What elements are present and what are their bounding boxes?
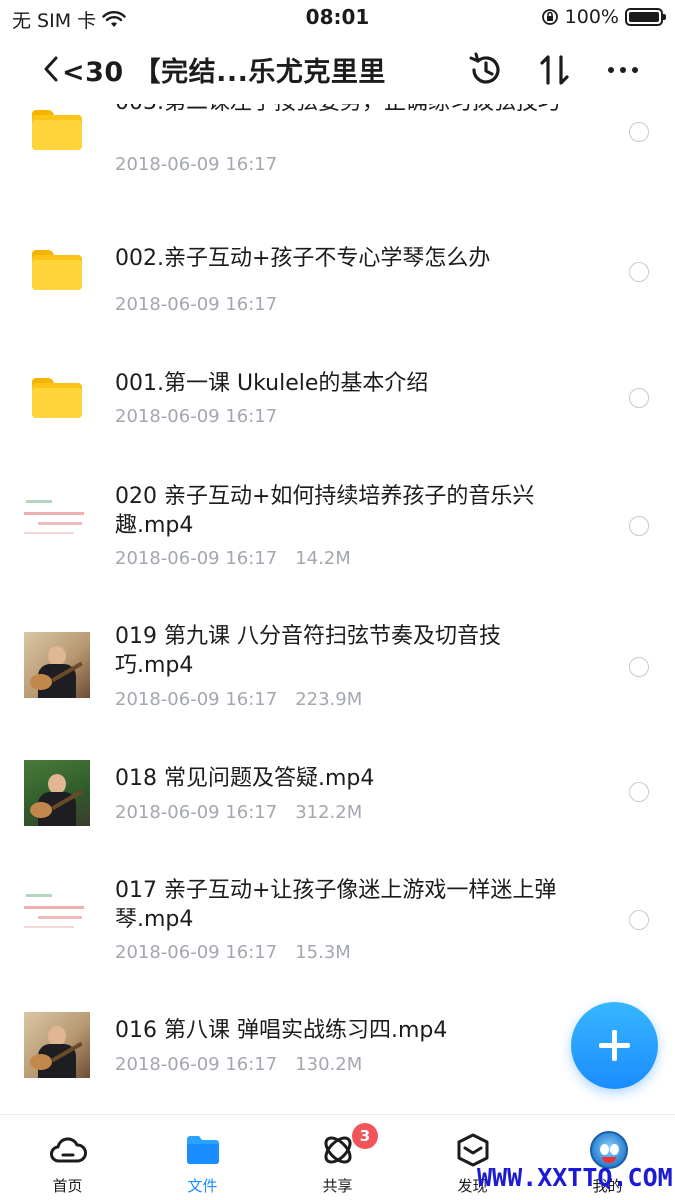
select-checkbox[interactable] bbox=[629, 910, 649, 930]
tab-files[interactable]: 文件 bbox=[135, 1115, 270, 1200]
file-meta: 2018-06-09 16:17 312.2M bbox=[115, 802, 362, 823]
battery-percent: 100% bbox=[564, 6, 619, 28]
file-list: 003.第二课左手按弦姿势，正确练习拨弦技巧 2018-06-09 16:17 … bbox=[0, 104, 675, 1114]
history-icon[interactable] bbox=[466, 50, 506, 90]
file-size: 15.3M bbox=[295, 942, 351, 963]
list-item[interactable]: 003.第二课左手按弦姿势，正确练习拨弦技巧 2018-06-09 16:17 bbox=[0, 104, 675, 222]
tab-home[interactable]: 首页 bbox=[0, 1115, 135, 1200]
select-checkbox[interactable] bbox=[629, 388, 649, 408]
page-title: <30 【完结...乐尤克里里 bbox=[62, 57, 386, 88]
list-item[interactable]: 018 常见问题及答疑.mp4 2018-06-09 16:17 312.2M bbox=[0, 758, 675, 858]
tab-label: 文件 bbox=[187, 1177, 218, 1195]
file-meta: 2018-06-09 16:17 bbox=[115, 154, 277, 175]
file-date: 2018-06-09 16:17 bbox=[115, 942, 278, 963]
list-item[interactable]: 019 第九课 八分音符扫弦节奏及切音技巧.mp4 2018-06-09 16:… bbox=[0, 620, 675, 740]
more-icon[interactable] bbox=[603, 50, 643, 90]
tab-label: 首页 bbox=[52, 1177, 83, 1195]
file-name: 002.亲子互动+孩子不专心学琴怎么办 bbox=[115, 246, 491, 271]
file-meta: 2018-06-09 16:17 15.3M bbox=[115, 942, 351, 963]
file-name: 003.第二课左手按弦姿势，正确练习拨弦技巧 bbox=[115, 104, 565, 117]
file-date: 2018-06-09 16:17 bbox=[115, 689, 278, 710]
select-checkbox[interactable] bbox=[629, 122, 649, 142]
list-item[interactable]: 020 亲子互动+如何持续培养孩子的音乐兴趣.mp4 2018-06-09 16… bbox=[0, 480, 675, 600]
battery-group: 100% bbox=[541, 6, 666, 28]
file-meta: 2018-06-09 16:17 14.2M bbox=[115, 548, 351, 569]
file-name: 016 第八课 弹唱实战练习四.mp4 bbox=[115, 1018, 448, 1043]
file-name: 017 亲子互动+让孩子像迷上游戏一样迷上弹琴.mp4 bbox=[115, 878, 557, 932]
file-meta: 2018-06-09 16:17 bbox=[115, 406, 277, 427]
file-date: 2018-06-09 16:17 bbox=[115, 548, 278, 569]
video-thumbnail bbox=[24, 1012, 90, 1078]
add-button[interactable] bbox=[571, 1002, 658, 1089]
file-name: 019 第九课 八分音符扫弦节奏及切音技巧.mp4 bbox=[115, 624, 501, 678]
rotation-lock-icon bbox=[541, 9, 558, 25]
folder-icon bbox=[32, 250, 82, 290]
file-size: 130.2M bbox=[295, 1054, 363, 1075]
select-checkbox[interactable] bbox=[629, 516, 649, 536]
notification-badge: 3 bbox=[352, 1123, 378, 1149]
select-checkbox[interactable] bbox=[629, 657, 649, 677]
tab-label: 共享 bbox=[322, 1177, 353, 1195]
nav-header: <30 【完结...乐尤克里里 bbox=[0, 36, 675, 104]
file-size: 14.2M bbox=[295, 548, 351, 569]
tab-share[interactable]: 共享 bbox=[270, 1115, 405, 1200]
file-date: 2018-06-09 16:17 bbox=[115, 802, 278, 823]
list-item[interactable]: 017 亲子互动+让孩子像迷上游戏一样迷上弹琴.mp4 2018-06-09 1… bbox=[0, 874, 675, 994]
battery-level bbox=[629, 12, 659, 22]
file-date: 2018-06-09 16:17 bbox=[115, 1054, 278, 1075]
battery-icon bbox=[625, 8, 666, 26]
watermark: WWW.XXTTQ.COM bbox=[477, 1163, 673, 1192]
sort-icon[interactable] bbox=[535, 50, 575, 90]
file-size: 223.9M bbox=[295, 689, 363, 710]
file-date: 2018-06-09 16:17 bbox=[115, 294, 278, 315]
file-date: 2018-06-09 16:17 bbox=[115, 154, 278, 175]
plus-icon-bar bbox=[599, 1043, 630, 1048]
file-size: 312.2M bbox=[295, 802, 363, 823]
file-meta: 2018-06-09 16:17 bbox=[115, 294, 277, 315]
file-meta: 2018-06-09 16:17 130.2M bbox=[115, 1054, 362, 1075]
cloud-icon bbox=[50, 1137, 87, 1163]
file-name: 018 常见问题及答疑.mp4 bbox=[115, 766, 375, 791]
folder-icon bbox=[32, 110, 82, 150]
select-checkbox[interactable] bbox=[629, 782, 649, 802]
back-icon[interactable] bbox=[40, 52, 62, 86]
list-item[interactable]: 001.第一课 Ukulele的基本介绍 2018-06-09 16:17 bbox=[0, 366, 675, 466]
file-meta: 2018-06-09 16:17 223.9M bbox=[115, 689, 362, 710]
file-date: 2018-06-09 16:17 bbox=[115, 406, 278, 427]
list-item[interactable]: 002.亲子互动+孩子不专心学琴怎么办 2018-06-09 16:17 bbox=[0, 234, 675, 344]
folder-icon bbox=[187, 1136, 219, 1164]
video-thumbnail bbox=[24, 760, 90, 826]
video-thumbnail bbox=[24, 492, 90, 558]
status-bar: 无 SIM 卡 08:01 100% bbox=[0, 0, 675, 36]
file-name: 001.第一课 Ukulele的基本介绍 bbox=[115, 371, 429, 396]
file-name: 020 亲子互动+如何持续培养孩子的音乐兴趣.mp4 bbox=[115, 484, 535, 538]
select-checkbox[interactable] bbox=[629, 262, 649, 282]
video-thumbnail bbox=[24, 632, 90, 698]
video-thumbnail bbox=[24, 886, 90, 952]
folder-icon bbox=[32, 378, 82, 418]
